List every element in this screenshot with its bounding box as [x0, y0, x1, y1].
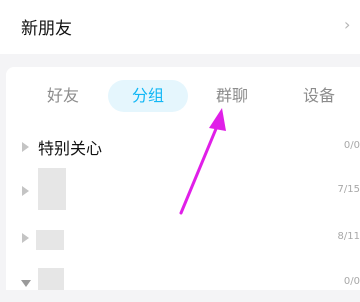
triangle-right-icon: [22, 186, 29, 196]
group-count: 7/15: [337, 184, 360, 195]
tab-devices[interactable]: 设备: [283, 80, 355, 112]
tab-group-chats[interactable]: 群聊: [196, 80, 268, 112]
chevron-right-icon: ›: [344, 15, 351, 34]
group-row[interactable]: 特别关心 0/0: [6, 132, 360, 166]
obscured-group-name: [38, 268, 64, 290]
group-row[interactable]: 7/15: [6, 168, 360, 210]
group-count: 0/0: [343, 276, 360, 287]
new-friends-row[interactable]: 新朋友 ›: [0, 0, 360, 54]
group-name: 特别关心: [38, 139, 103, 158]
triangle-right-icon: [22, 142, 29, 152]
group-row[interactable]: 8/11: [6, 223, 360, 257]
group-count: 0/0: [343, 140, 360, 151]
obscured-group-name: [38, 168, 66, 210]
tab-friends[interactable]: 好友: [28, 80, 98, 112]
triangle-down-icon: [21, 280, 31, 287]
group-count: 8/11: [337, 231, 360, 242]
new-friends-label: 新朋友: [21, 19, 72, 39]
group-row[interactable]: 0/0: [6, 268, 360, 302]
tab-groups[interactable]: 分组: [108, 80, 188, 112]
triangle-right-icon: [22, 233, 29, 243]
obscured-group-name: [36, 230, 64, 250]
